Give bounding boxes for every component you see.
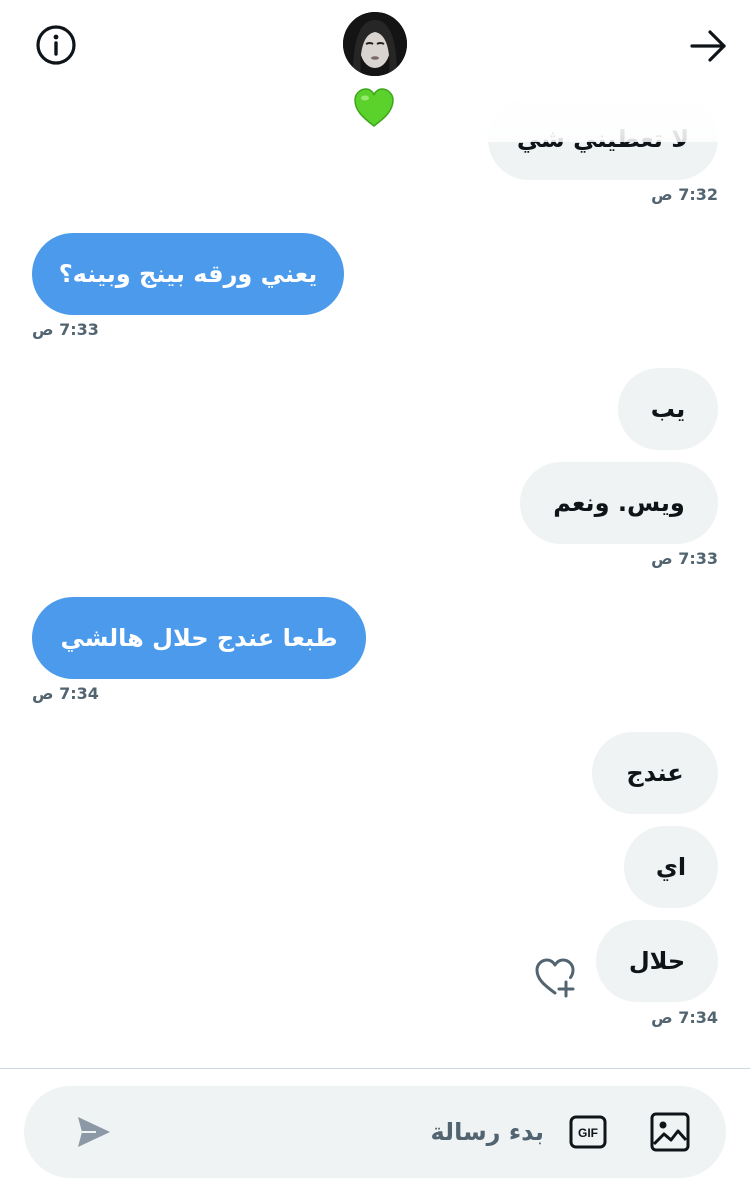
conversation-header <box>0 0 750 142</box>
message-text: عندج <box>626 759 684 787</box>
message-timestamp: 7:32 ص <box>651 185 718 204</box>
message-text: طبعا عندج حلال هالشي <box>60 624 338 652</box>
message-composer: GIF <box>24 1086 726 1178</box>
back-arrow-icon[interactable] <box>686 24 730 68</box>
message-text: حلال <box>628 947 686 975</box>
message-text: اي <box>655 853 687 881</box>
svg-text:GIF: GIF <box>578 1126 598 1140</box>
send-icon[interactable] <box>74 1112 114 1152</box>
message-timestamp: 7:34 ص <box>32 684 99 703</box>
message-input[interactable] <box>134 1108 554 1156</box>
message-text: ويس. ونعم <box>553 489 685 517</box>
message-timestamp: 7:33 ص <box>651 549 718 568</box>
message-bubble[interactable]: ويس. ونعم <box>520 462 718 544</box>
heart-plus-icon[interactable] <box>532 955 578 1001</box>
avatar[interactable] <box>343 12 407 76</box>
message-timestamp: 7:34 ص <box>651 1008 718 1027</box>
message-bubble[interactable]: حلال <box>596 920 718 1002</box>
message-text: يعني ورقه بينج وبينه؟ <box>58 260 318 288</box>
gif-icon[interactable]: GIF <box>568 1112 608 1152</box>
message-bubble[interactable]: اي <box>624 826 718 908</box>
message-bubble[interactable]: عندج <box>592 732 718 814</box>
message-bubble[interactable]: يعني ورقه بينج وبينه؟ <box>32 233 344 315</box>
composer-divider <box>0 1068 750 1069</box>
message-bubble[interactable]: طبعا عندج حلال هالشي <box>32 597 366 679</box>
info-icon[interactable] <box>33 22 79 68</box>
message-text: يب <box>650 395 686 423</box>
message-thread[interactable]: لا تعطيني شي 7:32 ص يعني ورقه بينج وبينه… <box>0 0 750 1068</box>
message-timestamp: 7:33 ص <box>32 320 99 339</box>
image-icon[interactable] <box>648 1110 692 1154</box>
green-heart-icon <box>352 86 396 130</box>
message-bubble[interactable]: يب <box>618 368 718 450</box>
